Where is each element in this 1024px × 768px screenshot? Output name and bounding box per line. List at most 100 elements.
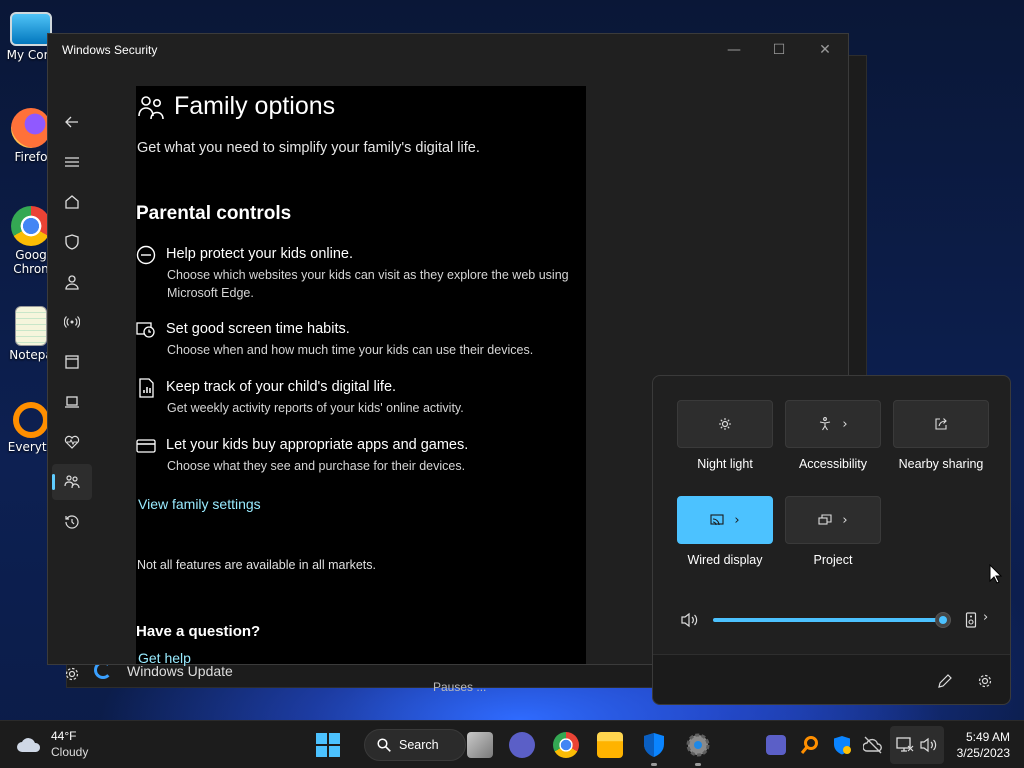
card-icon [136, 439, 156, 453]
project-icon [818, 514, 832, 525]
mouse-cursor-icon [989, 564, 1003, 584]
computer-icon [10, 12, 52, 46]
sidebar-item-app-browser[interactable] [52, 344, 92, 380]
view-family-settings-link[interactable]: View family settings [138, 496, 261, 512]
person-icon [65, 275, 79, 290]
sidebar-item-virus-protection[interactable] [52, 224, 92, 260]
chevron-right-icon: › [842, 416, 848, 432]
clock-time: 5:49 AM [965, 730, 1010, 744]
sidebar-item-device-security[interactable] [52, 384, 92, 420]
chevron-right-icon: › [734, 512, 740, 528]
pencil-icon[interactable] [937, 673, 953, 689]
sidebar-item-account[interactable] [52, 264, 92, 300]
page-title: Family options [174, 92, 336, 120]
chrome-icon[interactable] [553, 732, 579, 758]
wireless-icon [64, 316, 80, 328]
close-button[interactable]: ✕ [809, 38, 841, 62]
night-light-label: Night light [697, 457, 753, 471]
share-icon [935, 418, 947, 430]
window-title: Windows Security [62, 43, 158, 57]
search-icon [377, 738, 391, 752]
sidebar-item-protection-history[interactable] [52, 504, 92, 540]
system-clock[interactable]: 5:49 AM 3/25/2023 [957, 729, 1010, 761]
project-label: Project [813, 553, 853, 567]
taskbar-search[interactable]: Search [364, 729, 466, 761]
accessibility-label: Accessibility [798, 457, 868, 471]
maximize-button[interactable]: ☐ [763, 38, 795, 62]
sidebar-item-firewall[interactable] [52, 304, 92, 340]
speaker-icon[interactable] [681, 612, 699, 628]
pauses-label: Pauses ... [433, 680, 487, 694]
parental-controls-heading: Parental controls [136, 203, 292, 224]
history-icon [65, 515, 79, 529]
title-bar[interactable]: Windows Security — ☐ ✕ [48, 34, 848, 66]
network-icon [896, 737, 914, 752]
gear-icon[interactable] [977, 673, 993, 689]
windows-security-icon[interactable] [641, 732, 667, 758]
taskbar: 44°F Cloudy Search 5:49 AM 3/25/2023 [0, 720, 1024, 768]
running-indicator [651, 763, 657, 766]
search-label: Search [399, 738, 439, 752]
wired-display-toggle[interactable]: › [677, 496, 773, 544]
question-heading: Have a question? [136, 623, 261, 640]
report-icon [139, 378, 154, 398]
cast-icon [710, 514, 724, 526]
laptop-icon [65, 396, 79, 408]
audio-output-chevron[interactable]: › [983, 610, 988, 625]
teams-chat-icon[interactable] [509, 732, 535, 758]
get-help-link[interactable]: Get help [138, 650, 191, 666]
chevron-right-icon: › [842, 512, 848, 528]
quick-settings-flyout: Night light › Accessibility Nearby shari… [652, 375, 1011, 705]
task-view-icon[interactable] [467, 732, 493, 758]
clock-date: 3/25/2023 [956, 746, 1010, 760]
everything-tray-icon[interactable] [800, 735, 820, 755]
project-toggle[interactable]: › [785, 496, 881, 544]
hamburger-icon [65, 157, 79, 167]
menu-button[interactable] [52, 144, 92, 180]
windows-start-icon[interactable] [315, 732, 341, 758]
content-panel [136, 86, 586, 664]
running-indicator [695, 763, 701, 766]
volume-icon [920, 737, 937, 753]
defender-tray-icon[interactable] [832, 735, 852, 755]
file-explorer-icon[interactable] [597, 732, 623, 758]
home-icon [65, 195, 79, 209]
markets-note: Not all features are available in all ma… [137, 558, 377, 572]
minimize-button[interactable]: — [718, 38, 750, 62]
wired-display-label: Wired display [687, 553, 763, 567]
globe-icon [136, 245, 156, 265]
cloud-icon [17, 738, 41, 752]
brightness-icon [719, 418, 731, 430]
back-button[interactable] [52, 104, 92, 140]
clock-icon [136, 322, 155, 338]
network-volume-tray[interactable] [890, 726, 944, 764]
arrow-left-icon [65, 116, 78, 128]
accessibility-icon [820, 417, 831, 431]
onedrive-icon[interactable] [863, 735, 883, 755]
sidebar-item-device-health[interactable] [52, 424, 92, 460]
shield-icon [65, 234, 79, 250]
volume-slider-thumb[interactable] [935, 612, 951, 628]
weather-desc: Cloudy [51, 745, 89, 759]
family-icon [138, 96, 164, 120]
sidebar-item-settings[interactable] [52, 656, 92, 692]
firefox-icon [11, 108, 51, 148]
family-icon [64, 475, 80, 489]
everything-icon [13, 402, 49, 438]
sidebar-item-family-options[interactable] [52, 464, 92, 500]
nearby-sharing-toggle[interactable] [893, 400, 989, 448]
gear-icon [65, 667, 79, 681]
volume-slider-track[interactable] [713, 618, 945, 622]
weather-temp: 44°F [51, 729, 77, 743]
accessibility-toggle[interactable]: › [785, 400, 881, 448]
nearby-sharing-label: Nearby sharing [898, 457, 984, 471]
audio-device-icon[interactable] [965, 612, 977, 628]
teams-tray-icon[interactable] [766, 735, 786, 755]
page-subtitle: Get what you need to simplify your famil… [137, 140, 480, 156]
notepad-icon [15, 306, 47, 346]
heart-pulse-icon [64, 435, 80, 449]
night-light-toggle[interactable] [677, 400, 773, 448]
settings-gear-icon[interactable] [685, 732, 711, 758]
browser-window-icon [65, 355, 79, 369]
sidebar-item-home[interactable] [52, 184, 92, 220]
